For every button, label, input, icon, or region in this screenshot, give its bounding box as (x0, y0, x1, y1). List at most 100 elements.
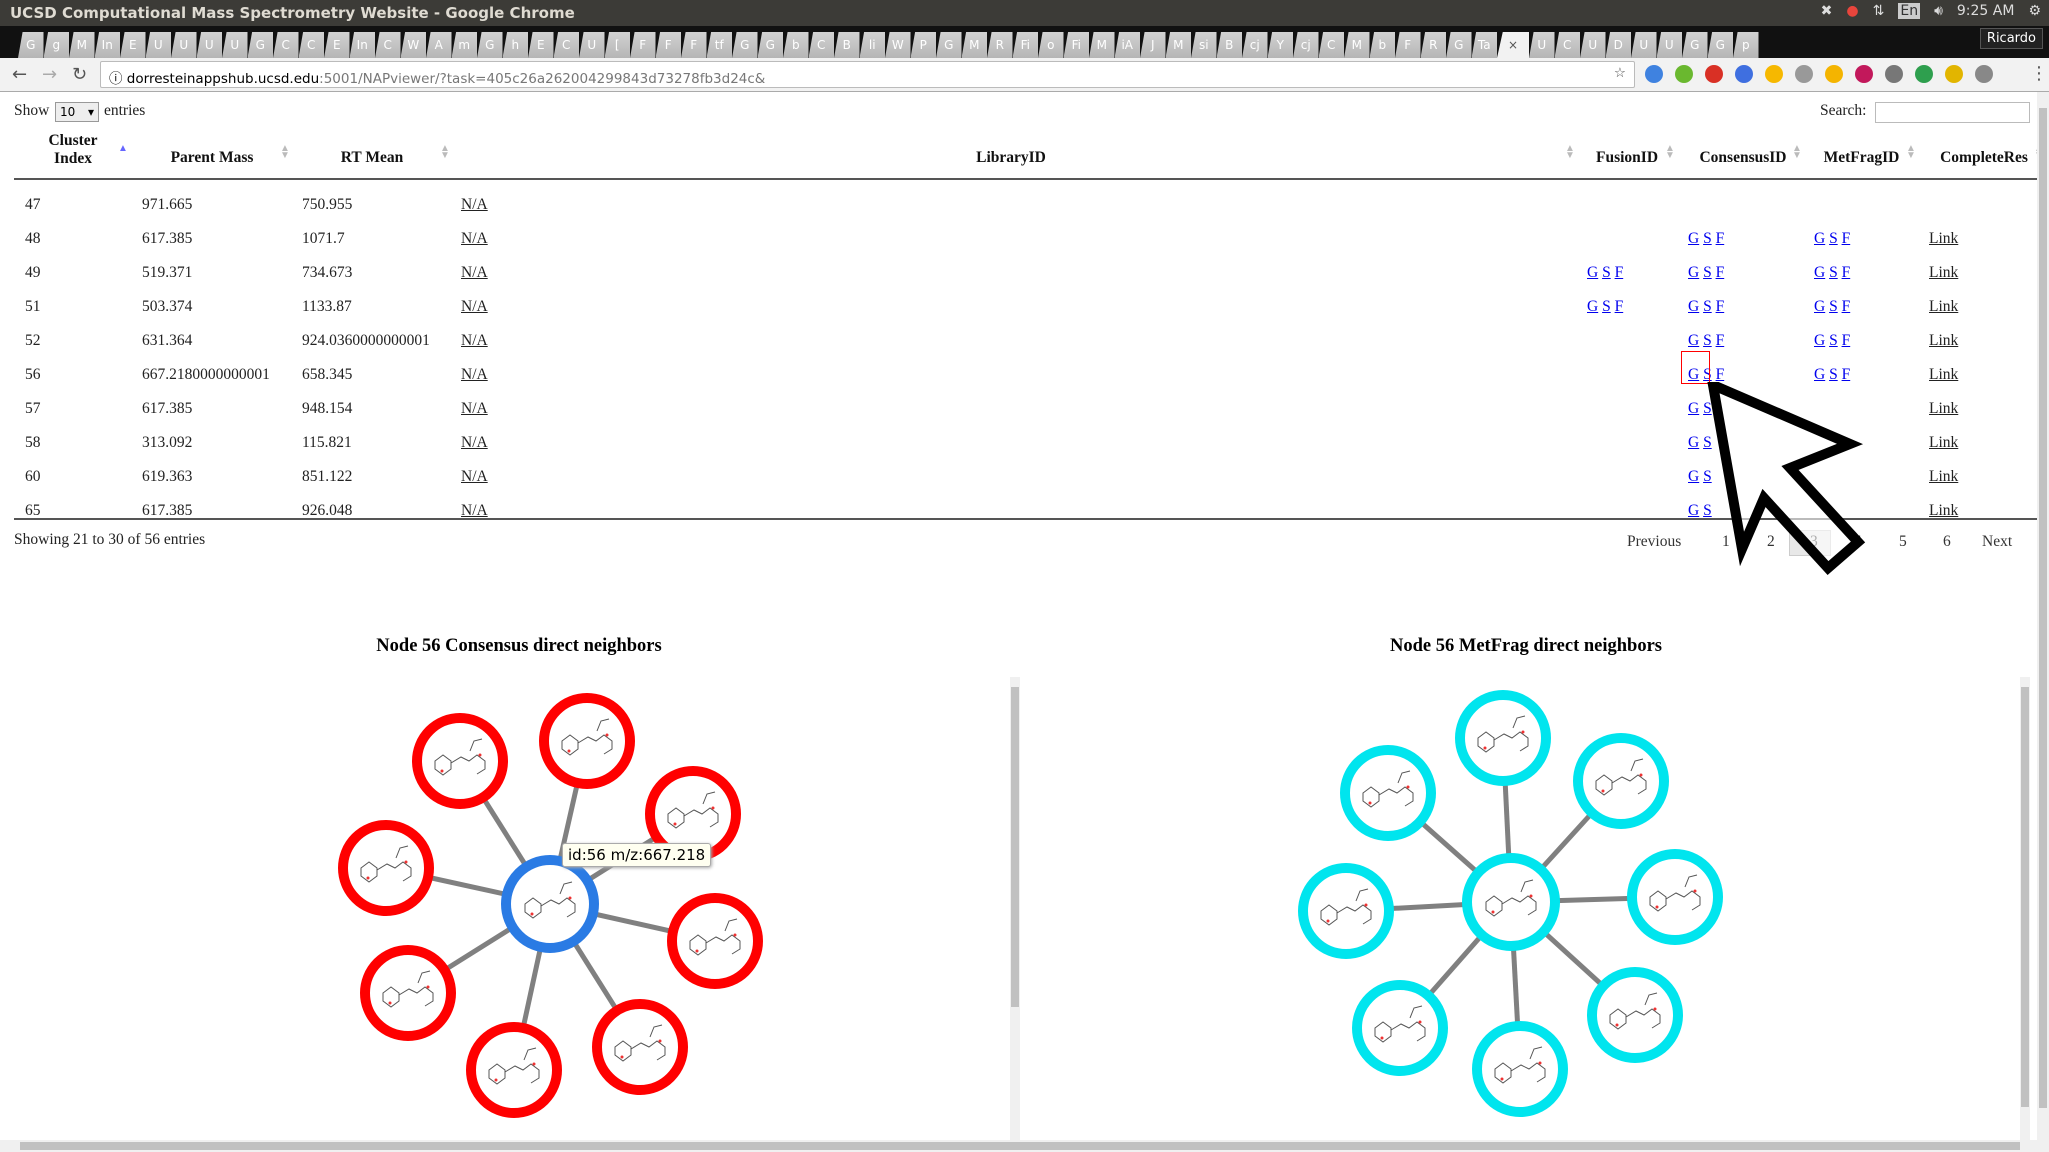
address-bar[interactable]: ⓘ dorresteinappshub.ucsd.edu:5001/NAPvie… (100, 61, 1635, 88)
extension-icon[interactable] (1975, 65, 1993, 83)
metfrag-neighbor-node[interactable] (1587, 967, 1683, 1063)
browser-tab[interactable]: U (222, 32, 248, 58)
browser-tab[interactable]: G (1446, 32, 1472, 58)
extension-icon[interactable] (1795, 65, 1813, 83)
browser-tab[interactable]: F (655, 32, 681, 58)
browser-tab[interactable]: U (171, 32, 197, 58)
browser-tab[interactable]: G (1682, 32, 1708, 58)
browser-tab[interactable]: U (1580, 32, 1606, 58)
left-graph-scrollbar[interactable] (1010, 677, 1020, 1140)
browser-tab[interactable]: C (553, 32, 579, 58)
browser-tab[interactable]: b (1369, 32, 1395, 58)
extension-icon[interactable] (1915, 65, 1933, 83)
browser-tab[interactable]: C (375, 32, 401, 58)
extension-icon[interactable] (1705, 65, 1723, 83)
browser-tab[interactable]: F (1395, 32, 1421, 58)
browser-tab[interactable]: C (1318, 32, 1344, 58)
consensus-center-node[interactable] (501, 855, 599, 953)
metfrag-neighbor-node[interactable] (1455, 690, 1551, 786)
metfrag-center-node[interactable] (1462, 853, 1560, 951)
profile-button[interactable]: Ricardo (1979, 28, 2043, 49)
browser-tab[interactable]: G (477, 32, 503, 58)
browser-tab[interactable]: G (1707, 32, 1733, 58)
browser-tab[interactable]: b (783, 32, 809, 58)
metfrag-neighbor-node[interactable] (1340, 745, 1436, 841)
browser-tab[interactable]: cj (1293, 32, 1319, 58)
browser-tab[interactable]: G (732, 32, 758, 58)
extension-icon[interactable] (1765, 65, 1783, 83)
browser-tab[interactable]: Y (1267, 32, 1293, 58)
consensus-neighbor-node[interactable] (338, 820, 434, 916)
browser-tab[interactable]: P (910, 32, 936, 58)
browser-tab[interactable]: G (18, 32, 44, 58)
browser-tab[interactable]: M (1089, 32, 1115, 58)
browser-tab[interactable]: R (1420, 32, 1446, 58)
back-icon[interactable]: ← (12, 64, 27, 85)
browser-tab[interactable]: U (1631, 32, 1657, 58)
consensus-neighbor-node[interactable] (360, 945, 456, 1041)
extension-icon[interactable] (1885, 65, 1903, 83)
consensus-neighbor-node[interactable] (592, 999, 688, 1095)
extension-icon[interactable] (1735, 65, 1753, 83)
page-horizontal-scrollbar[interactable] (0, 1140, 2049, 1152)
metfrag-neighbor-node[interactable] (1573, 733, 1669, 829)
browser-tab[interactable]: iA (1114, 32, 1140, 58)
extension-icon[interactable] (1645, 65, 1663, 83)
browser-tab[interactable]: M (69, 32, 95, 58)
consensus-neighbor-node[interactable] (466, 1022, 562, 1118)
browser-tab[interactable]: o (1038, 32, 1064, 58)
metfrag-neighbor-node[interactable] (1298, 863, 1394, 959)
browser-tab[interactable]: E (324, 32, 350, 58)
forward-icon[interactable]: → (42, 64, 57, 85)
browser-tab[interactable]: g (43, 32, 69, 58)
browser-tab[interactable]: D (1605, 32, 1631, 58)
browser-tab[interactable]: U (145, 32, 171, 58)
browser-tab[interactable]: cj (1242, 32, 1268, 58)
dropbox-icon[interactable]: ✖ (1821, 3, 1833, 19)
extension-icon[interactable] (1825, 65, 1843, 83)
browser-tab[interactable]: B (1216, 32, 1242, 58)
browser-tab[interactable]: B (834, 32, 860, 58)
volume-icon[interactable]: 🔊︎ (1934, 3, 1943, 19)
browser-tab[interactable]: R (987, 32, 1013, 58)
info-icon[interactable]: ⓘ (109, 71, 127, 87)
browser-tab[interactable]: U (196, 32, 222, 58)
active-tab-close[interactable]: × (1497, 32, 1529, 58)
menu-icon[interactable]: ⋮ (2030, 63, 2048, 84)
settings-gear-icon[interactable]: ⚙ (2028, 3, 2041, 19)
browser-tab[interactable]: E (120, 32, 146, 58)
browser-tab[interactable]: G (247, 32, 273, 58)
browser-tab[interactable]: p (1733, 32, 1759, 58)
browser-tab[interactable]: h (502, 32, 528, 58)
extension-icon[interactable] (1675, 65, 1693, 83)
browser-tab[interactable]: U (579, 32, 605, 58)
network-icon[interactable]: ⇅ (1873, 3, 1885, 19)
browser-tab[interactable]: C (808, 32, 834, 58)
metfrag-neighbor-node[interactable] (1352, 980, 1448, 1076)
metfrag-neighbor-node[interactable] (1472, 1021, 1568, 1117)
browser-tab[interactable]: E (528, 32, 554, 58)
browser-tab[interactable]: Fi (1063, 32, 1089, 58)
extension-icon[interactable] (1945, 65, 1963, 83)
browser-tab[interactable]: U (1529, 32, 1555, 58)
browser-tab[interactable]: W (400, 32, 426, 58)
browser-tab[interactable]: m (451, 32, 477, 58)
browser-tab[interactable]: In (94, 32, 120, 58)
keyboard-lang[interactable]: En (1898, 3, 1921, 19)
consensus-neighbor-node[interactable] (667, 893, 763, 989)
browser-tab[interactable]: M (961, 32, 987, 58)
browser-tab[interactable]: G (757, 32, 783, 58)
browser-tab[interactable]: [ (604, 32, 630, 58)
browser-tab[interactable]: J (1140, 32, 1166, 58)
browser-tab[interactable]: U (1656, 32, 1682, 58)
browser-tab[interactable]: F (630, 32, 656, 58)
browser-tab[interactable]: W (885, 32, 911, 58)
browser-tab[interactable]: M (1344, 32, 1370, 58)
metfrag-neighbor-node[interactable] (1627, 849, 1723, 945)
reload-icon[interactable]: ↻ (72, 64, 87, 85)
chrome-icon[interactable]: ● (1846, 3, 1858, 19)
consensus-neighbor-node[interactable] (539, 693, 635, 789)
extension-icon[interactable] (1855, 65, 1873, 83)
browser-tab[interactable]: C (273, 32, 299, 58)
browser-tab[interactable]: tf (706, 32, 732, 58)
